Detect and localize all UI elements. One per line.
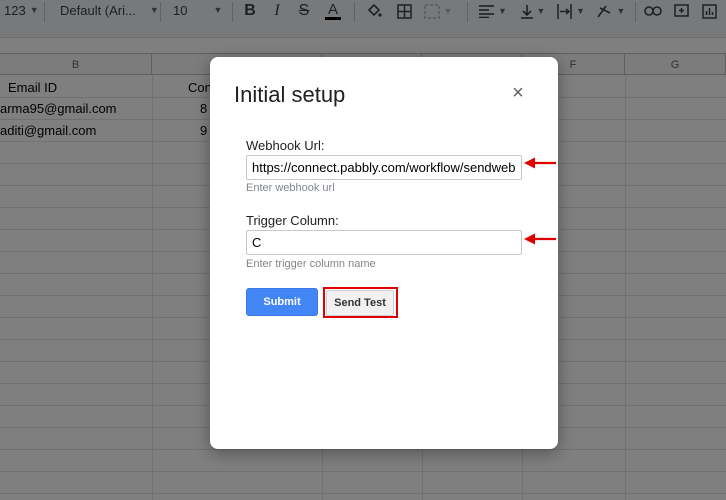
trigger-column-hint: Enter trigger column name — [246, 258, 376, 270]
annotation-arrow-icon — [524, 233, 556, 245]
annotation-highlight-box — [323, 287, 398, 318]
initial-setup-dialog: Initial setup × Webhook Url: Enter webho… — [210, 57, 558, 449]
close-icon[interactable]: × — [508, 83, 528, 103]
trigger-column-input[interactable] — [246, 230, 522, 255]
webhook-url-input[interactable] — [246, 155, 522, 180]
webhook-url-label: Webhook Url: — [246, 138, 325, 153]
trigger-column-label: Trigger Column: — [246, 213, 339, 228]
webhook-url-hint: Enter webhook url — [246, 182, 335, 194]
dialog-title: Initial setup — [234, 82, 346, 107]
annotation-arrow-icon — [524, 157, 556, 169]
submit-button[interactable]: Submit — [246, 288, 318, 316]
